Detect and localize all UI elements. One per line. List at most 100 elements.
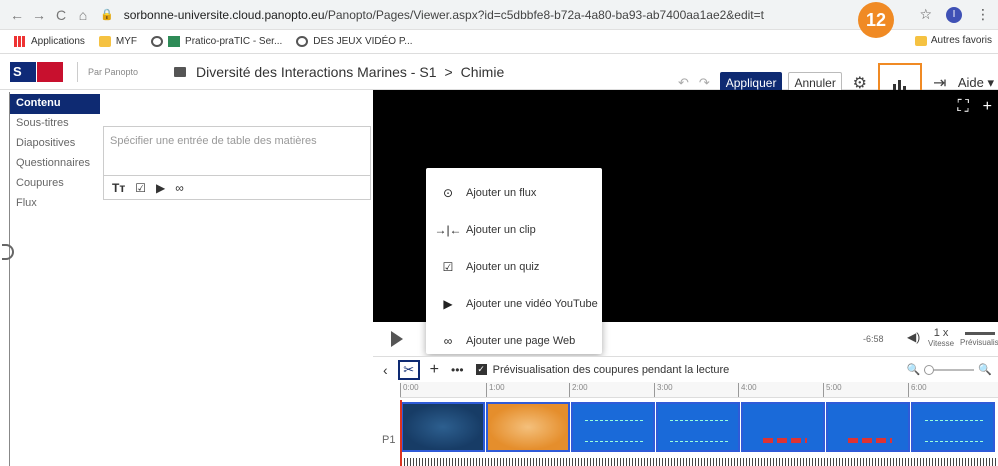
menu-add-youtube[interactable]: ▶ Ajouter une vidéo YouTube — [426, 285, 602, 322]
ruler-tick: 1:00 — [486, 383, 505, 397]
thumbnail[interactable] — [826, 402, 910, 452]
zoom-out-icon[interactable]: 🔍 — [907, 363, 921, 376]
forward-icon[interactable]: → — [28, 7, 50, 23]
preview-icon: ▬▬▬ — [965, 327, 995, 338]
thumbnail[interactable] — [401, 402, 485, 452]
logo-mark: S — [10, 61, 36, 82]
thumbnail[interactable] — [571, 402, 655, 452]
thumbnail[interactable] — [741, 402, 825, 452]
step-badge: 12 — [858, 2, 894, 38]
youtube-icon[interactable]: ▶ — [156, 181, 165, 195]
panel-collapse-handle[interactable] — [2, 244, 14, 260]
thumbnail[interactable] — [911, 402, 995, 452]
nav-item-sous-titres[interactable]: Sous-titres — [10, 114, 100, 134]
browser-toolbar: ← → C ⌂ 🔒 sorbonne-universite.cloud.pano… — [0, 0, 998, 30]
ruler-tick: 5:00 — [823, 383, 842, 397]
timeline-toolbar: ‹ ✂ + ••• ✓ Prévisualisation des coupure… — [373, 356, 998, 382]
folder-icon — [914, 35, 927, 46]
back-icon[interactable]: ← — [6, 7, 28, 23]
ruler-tick: 4:00 — [738, 383, 757, 397]
redo-icon[interactable]: ↷ — [699, 75, 710, 91]
preview-cuts-label: Prévisualisation des coupures pendant la… — [492, 363, 730, 376]
help-menu[interactable]: Aide ▾ — [958, 75, 994, 91]
bookmark-pratico[interactable]: Pratico-praTIC - Ser... — [151, 36, 282, 47]
text-format-icon[interactable]: Tт — [112, 181, 125, 195]
site-icon — [168, 36, 181, 47]
ruler-tick: 6:00 — [908, 383, 927, 397]
nav-item-contenu[interactable]: Contenu — [10, 94, 100, 114]
profile-avatar[interactable]: I — [946, 6, 962, 23]
ruler-tick: 0:00 — [400, 383, 419, 397]
ruler-tick: 2:00 — [569, 383, 588, 397]
left-nav: Contenu Sous-titres Diapositives Questio… — [10, 94, 100, 214]
audio-waveform[interactable] — [401, 458, 998, 466]
link-icon[interactable]: ∞ — [175, 181, 184, 195]
breadcrumb: Diversité des Interactions Marines - S1 >… — [196, 64, 504, 80]
undo-icon[interactable]: ↶ — [678, 75, 689, 91]
bookmark-star-icon[interactable]: ☆ — [919, 6, 932, 23]
nav-item-questionnaires[interactable]: Questionnaires — [10, 154, 100, 174]
play-icon[interactable] — [391, 331, 403, 347]
zoom-slider-knob[interactable] — [924, 364, 935, 375]
browser-menu-icon[interactable]: ⋮ — [976, 6, 990, 23]
menu-add-quiz[interactable]: ☑ Ajouter un quiz — [426, 248, 602, 285]
add-content-menu: ⊙ Ajouter un flux →|← Ajouter un clip ☑ Ajo… — [426, 168, 602, 354]
plus-icon[interactable]: + — [430, 361, 439, 379]
globe-icon — [296, 36, 309, 47]
clip-icon: →|← — [434, 222, 462, 237]
zoom-control: 🔍 🔍 — [907, 363, 992, 376]
track-label: P1 — [382, 434, 396, 446]
nav-item-coupures[interactable]: Coupures — [10, 174, 100, 194]
speed-control[interactable]: 1 x Vitesse — [928, 327, 954, 348]
folder-icon — [98, 36, 111, 47]
reload-icon[interactable]: C — [50, 7, 72, 23]
menu-add-webpage[interactable]: ∞ Ajouter une page Web — [426, 322, 602, 359]
other-bookmarks[interactable]: Autres favoris — [914, 35, 992, 46]
folder-icon — [174, 66, 187, 77]
toc-input[interactable]: Spécifier une entrée de table des matièr… — [104, 127, 370, 175]
sorbonne-logo: S — [10, 61, 63, 82]
chevron-left-icon[interactable]: ‹ — [383, 362, 388, 378]
scissors-icon[interactable]: ✂ — [397, 359, 420, 380]
preview-toggle[interactable]: ▬▬▬Prévisualisation — [960, 327, 998, 347]
lock-icon: 🔒 — [100, 9, 114, 21]
quiz-icon: ☑ — [442, 259, 454, 274]
thumbnail[interactable] — [656, 402, 740, 452]
thumbnail[interactable] — [486, 402, 570, 452]
zoom-slider[interactable] — [924, 364, 975, 375]
toc-toolbar: Tт ☑ ▶ ∞ — [104, 175, 370, 200]
playhead[interactable] — [400, 400, 402, 466]
zoom-in-icon[interactable]: 🔍 — [978, 363, 992, 376]
add-stream-icon[interactable]: + — [983, 98, 992, 116]
logo-wordmark — [37, 61, 63, 82]
home-icon[interactable]: ⌂ — [72, 7, 94, 23]
globe-icon — [151, 36, 164, 47]
url-path: /Panopto/Pages/Viewer.aspx?id=c5dbbfe8-b… — [324, 7, 764, 22]
thumbnail-track[interactable] — [401, 402, 998, 458]
menu-add-stream[interactable]: ⊙ Ajouter un flux — [426, 174, 602, 211]
nav-item-flux[interactable]: Flux — [10, 194, 100, 214]
toc-editor: Spécifier une entrée de table des matièr… — [103, 126, 371, 200]
ruler-tick: 3:00 — [654, 383, 673, 397]
youtube-icon: ▶ — [443, 296, 453, 311]
fullscreen-icon[interactable]: ⛶ — [957, 98, 968, 116]
timeline-ruler[interactable]: 0:00 1:00 2:00 3:00 4:00 5:00 6:00 — [400, 382, 998, 398]
bookmark-myf[interactable]: MYF — [98, 36, 137, 47]
url-host: sorbonne-universite.cloud.panopto.eu — [123, 7, 325, 22]
breadcrumb-session: Chimie — [460, 63, 505, 80]
preview-cuts-checkbox[interactable]: ✓ — [475, 364, 487, 375]
link-icon: ∞ — [443, 333, 453, 348]
remaining-time: -6:58 — [863, 334, 884, 344]
editor-header: S Par Panopto Diversité des Interactions… — [0, 54, 998, 107]
volume-icon[interactable]: ◀) — [907, 330, 920, 344]
menu-add-clip[interactable]: →|← Ajouter un clip — [426, 211, 602, 248]
quiz-icon[interactable]: ☑ — [135, 181, 146, 195]
more-icon[interactable]: ••• — [451, 363, 464, 377]
bookmark-applications[interactable]: Applications — [14, 36, 85, 47]
breadcrumb-folder[interactable]: Diversité des Interactions Marines - S1 — [196, 64, 436, 80]
bookmarks-bar: Applications MYF Pratico-praTIC - Ser...… — [0, 30, 998, 54]
address-bar[interactable]: sorbonne-universite.cloud.panopto.eu/Pan… — [124, 8, 764, 22]
play-circle-icon: ⊙ — [442, 185, 454, 200]
bookmark-jeux-video[interactable]: DES JEUX VIDÉO P... — [296, 36, 413, 47]
nav-item-diapositives[interactable]: Diapositives — [10, 134, 100, 154]
